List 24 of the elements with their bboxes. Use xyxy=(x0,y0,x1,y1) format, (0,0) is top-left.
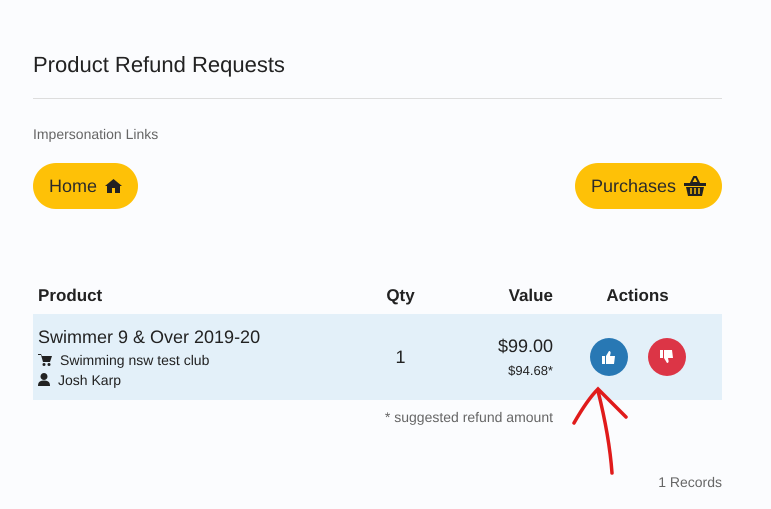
purchases-button[interactable]: Purchases xyxy=(574,163,722,209)
section-label: Impersonation Links xyxy=(33,126,160,142)
column-header: Value xyxy=(508,286,553,306)
quantity: 1 xyxy=(394,346,406,368)
basket-icon xyxy=(684,176,706,196)
suggested-amount: $94.68* xyxy=(508,363,553,378)
home-button[interactable]: Home xyxy=(33,163,138,209)
column-header: Qty xyxy=(385,286,416,306)
club-name: Swimming nsw test club xyxy=(60,352,210,368)
person-name: Josh Karp xyxy=(58,372,122,388)
thumbs-down-icon xyxy=(660,350,674,364)
page-title: Product Refund Requests xyxy=(33,0,722,99)
thumbs-up-icon xyxy=(602,350,616,364)
cart-icon xyxy=(38,354,52,366)
home-icon xyxy=(105,179,122,193)
reject-button[interactable] xyxy=(648,338,686,376)
column-header: Actions xyxy=(605,286,670,306)
record-count: 1 Records xyxy=(657,474,722,490)
product-name: Swimmer 9 & Over 2019-20 xyxy=(38,326,262,348)
user-icon xyxy=(38,373,50,386)
footnote: * suggested refund amount xyxy=(384,409,553,425)
approve-button[interactable] xyxy=(590,338,628,376)
column-header: Product xyxy=(37,286,104,306)
value-amount: $99.00 xyxy=(498,336,553,357)
